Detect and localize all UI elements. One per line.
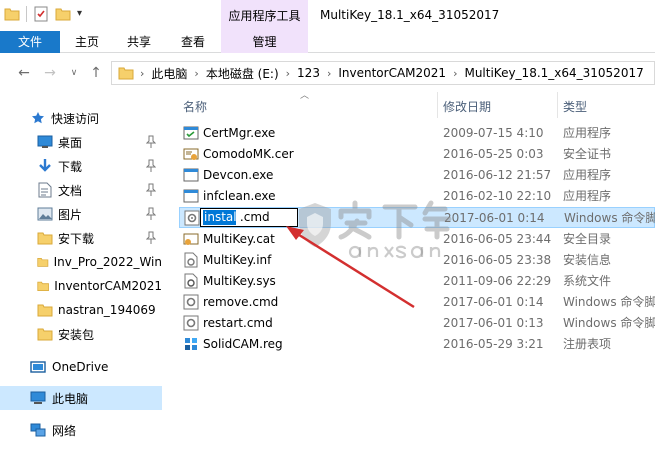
download-icon bbox=[39, 159, 51, 172]
file-row[interactable]: ComodoMK.cer 2016-05-25 0:03 安全证书 bbox=[179, 144, 655, 165]
title-bar: ▾ 应用程序工具 MultiKey_18.1_x64_31052017 bbox=[0, 0, 655, 31]
customize-toolbar-icon[interactable]: ▾ bbox=[77, 7, 82, 21]
file-row[interactable]: MultiKey.cat 2016-06-05 23:44 安全目录 bbox=[179, 229, 655, 250]
folder-icon bbox=[37, 304, 53, 317]
file-list: ︿ 名称 修改日期 类型 CertMgr.exe 2009-07-15 4:10… bbox=[162, 91, 655, 453]
folder-icon bbox=[4, 8, 20, 21]
sidebar-item-pictures[interactable]: 图片 bbox=[0, 202, 162, 226]
breadcrumb-chevron-icon[interactable]: › bbox=[286, 67, 290, 80]
cmd-gear-icon bbox=[184, 210, 200, 226]
forward-arrow-icon[interactable]: → bbox=[42, 64, 58, 82]
pictures-icon bbox=[37, 207, 53, 221]
back-arrow-icon[interactable]: ← bbox=[16, 64, 32, 82]
star-icon bbox=[32, 112, 44, 124]
file-row[interactable]: SolidCAM.reg 2016-05-29 3:21 注册表项 bbox=[179, 334, 655, 355]
exe-icon bbox=[183, 168, 199, 182]
exe-icon bbox=[183, 189, 199, 203]
network-icon bbox=[30, 423, 46, 437]
folder-icon bbox=[37, 258, 49, 267]
inf-icon bbox=[184, 252, 198, 268]
breadcrumb-inventorcam[interactable]: InventorCAM2021 bbox=[338, 66, 446, 80]
sidebar-item-installers[interactable]: 安装包 bbox=[0, 322, 162, 346]
tab-home[interactable]: 主页 bbox=[64, 31, 110, 53]
breadcrumb-chevron-icon[interactable]: › bbox=[327, 67, 331, 80]
column-divider[interactable] bbox=[437, 92, 438, 118]
sort-ascending-icon: ︿ bbox=[300, 91, 310, 101]
column-divider[interactable] bbox=[557, 92, 558, 118]
breadcrumb-123[interactable]: 123 bbox=[297, 66, 320, 80]
breadcrumb-this-pc[interactable]: 此电脑 bbox=[151, 65, 187, 82]
breadcrumb-multikey[interactable]: MultiKey_18.1_x64_31052017 bbox=[464, 66, 643, 80]
tab-file[interactable]: 文件 bbox=[0, 31, 60, 53]
tab-view[interactable]: 查看 bbox=[170, 31, 216, 53]
file-row[interactable]: MultiKey.sys 2011-09-06 22:29 系统文件 bbox=[179, 271, 655, 292]
file-row[interactable]: Devcon.exe 2016-06-12 21:57 应用程序 bbox=[179, 165, 655, 186]
exe-icon bbox=[183, 126, 199, 140]
pin-icon[interactable] bbox=[146, 231, 156, 245]
folder-icon bbox=[37, 281, 49, 291]
rename-input[interactable]: install.cmd bbox=[200, 208, 298, 227]
ribbon-tabs: 文件 主页 共享 查看 管理 bbox=[0, 31, 655, 53]
breadcrumb-chevron-icon[interactable]: › bbox=[453, 67, 457, 80]
recent-locations-icon[interactable]: ∨ bbox=[66, 64, 82, 82]
documents-icon bbox=[38, 182, 52, 198]
sys-icon bbox=[184, 273, 198, 289]
breadcrumb-chevron-icon: › bbox=[140, 66, 145, 80]
toolbar-divider bbox=[26, 6, 27, 22]
pin-icon[interactable] bbox=[146, 207, 156, 221]
navigation-bar: ← → ∨ ↑ › 此电脑 › 本地磁盘 (E:) › 123 › Invent… bbox=[0, 54, 655, 92]
breadcrumb-chevron-icon[interactable]: › bbox=[194, 67, 198, 80]
rename-extension-text: .cmd bbox=[239, 210, 270, 224]
computer-icon bbox=[30, 391, 46, 404]
certificate-icon bbox=[183, 148, 199, 160]
column-header-type[interactable]: 类型 bbox=[563, 97, 587, 117]
onedrive-icon bbox=[30, 361, 46, 373]
cmd-gear-icon bbox=[183, 315, 199, 331]
pin-icon[interactable] bbox=[146, 159, 156, 173]
sidebar-item-documents[interactable]: 文档 bbox=[0, 178, 162, 202]
folder-icon bbox=[118, 67, 134, 80]
folder-icon bbox=[37, 232, 53, 245]
file-row[interactable]: remove.cmd 2017-06-01 0:14 Windows 命令脚本 bbox=[179, 292, 655, 313]
sidebar-item-inventorcam[interactable]: InventorCAM2021 bbox=[0, 274, 162, 298]
sidebar-onedrive[interactable]: OneDrive bbox=[0, 355, 162, 379]
sidebar-item-inv-pro[interactable]: Inv_Pro_2022_Win bbox=[0, 250, 162, 274]
quick-access-toolbar: ▾ bbox=[4, 6, 82, 22]
folder-icon bbox=[37, 328, 53, 341]
desktop-icon bbox=[37, 135, 53, 148]
file-row-selected[interactable]: install.cmd 2017-06-01 0:14 Windows 命令脚本 bbox=[179, 207, 655, 228]
sidebar-network[interactable]: 网络 bbox=[0, 418, 162, 442]
address-bar[interactable]: › 此电脑 › 本地磁盘 (E:) › 123 › InventorCAM202… bbox=[111, 61, 655, 85]
pin-icon[interactable] bbox=[146, 183, 156, 197]
properties-icon[interactable] bbox=[33, 6, 49, 22]
catalog-icon bbox=[183, 233, 199, 245]
rename-selected-text: install bbox=[204, 210, 240, 224]
file-row[interactable]: MultiKey.inf 2016-06-05 23:38 安装信息 bbox=[179, 250, 655, 271]
tab-share[interactable]: 共享 bbox=[116, 31, 162, 53]
breadcrumb-drive-e[interactable]: 本地磁盘 (E:) bbox=[206, 65, 279, 82]
sidebar-item-downloads[interactable]: 下载 bbox=[0, 154, 162, 178]
file-row[interactable]: infclean.exe 2016-02-10 22:10 应用程序 bbox=[179, 186, 655, 207]
cmd-gear-icon bbox=[183, 294, 199, 310]
sidebar-item-desktop[interactable]: 桌面 bbox=[0, 130, 162, 154]
sidebar-item-anxiazai[interactable]: 安下载 bbox=[0, 226, 162, 250]
up-arrow-icon[interactable]: ↑ bbox=[88, 64, 104, 82]
pin-icon[interactable] bbox=[146, 135, 156, 149]
file-row[interactable]: CertMgr.exe 2009-07-15 4:10 应用程序 bbox=[179, 123, 655, 144]
new-folder-icon[interactable] bbox=[55, 7, 71, 21]
column-header-date[interactable]: 修改日期 bbox=[443, 97, 491, 117]
sidebar-quick-access[interactable]: 快速访问 bbox=[0, 106, 162, 130]
sidebar-this-pc[interactable]: 此电脑 bbox=[0, 386, 162, 410]
window-title: MultiKey_18.1_x64_31052017 bbox=[320, 8, 500, 22]
context-tab-group: 应用程序工具 bbox=[221, 0, 308, 31]
sidebar-item-nastran[interactable]: nastran_194069 bbox=[0, 298, 162, 322]
column-header-name[interactable]: 名称 bbox=[183, 97, 207, 117]
registry-icon bbox=[185, 338, 197, 350]
navigation-pane: 快速访问 桌面 下载 文档 图片 安下载 Inv_Pro_2022_Win In… bbox=[0, 92, 162, 453]
tab-manage[interactable]: 管理 bbox=[221, 31, 308, 53]
file-row[interactable]: restart.cmd 2017-06-01 0:13 Windows 命令脚本 bbox=[179, 313, 655, 334]
